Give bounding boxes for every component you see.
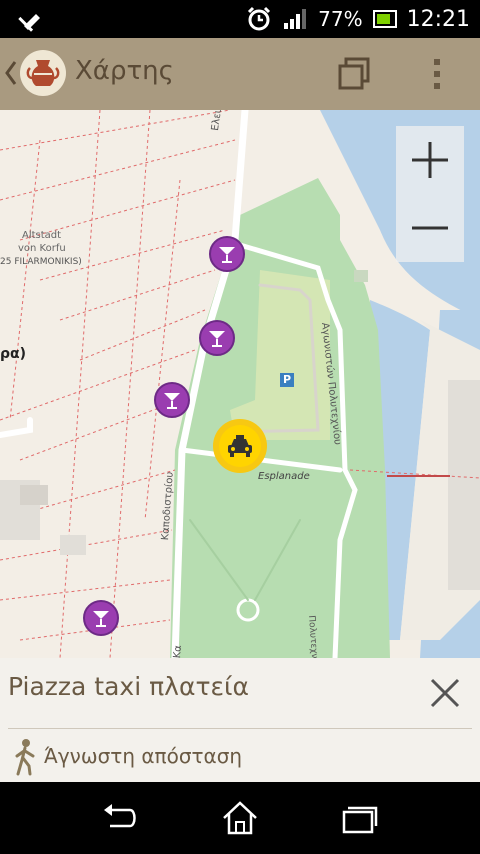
close-icon[interactable] bbox=[429, 677, 461, 709]
building bbox=[354, 270, 368, 282]
page-title: Χάρτης bbox=[75, 56, 174, 86]
parking-icon: P bbox=[280, 373, 294, 387]
map-label: ρα) bbox=[0, 346, 27, 362]
building bbox=[20, 485, 48, 505]
map-label: von Korfu bbox=[18, 243, 66, 254]
signal-icon bbox=[284, 9, 307, 29]
battery-icon bbox=[372, 10, 397, 28]
place-info-panel: Piazza taxi πλατεία Άγνωστη απόσταση bbox=[0, 658, 480, 782]
back-chevron-icon[interactable] bbox=[4, 58, 18, 88]
taxi-icon[interactable] bbox=[213, 419, 267, 473]
overflow-menu-icon[interactable] bbox=[430, 56, 444, 92]
zoom-in-icon[interactable] bbox=[396, 126, 464, 194]
battery-percent: 77% bbox=[318, 7, 363, 31]
zoom-out-icon[interactable] bbox=[396, 194, 464, 262]
fortress-building bbox=[448, 380, 480, 590]
status-time: 12:21 bbox=[406, 6, 470, 32]
building bbox=[60, 535, 86, 555]
app-bar: Χάρτης bbox=[0, 38, 480, 110]
recent-apps-icon[interactable] bbox=[340, 800, 380, 836]
map-label: Κα bbox=[172, 644, 184, 658]
place-name: Piazza taxi πλατεία bbox=[8, 672, 249, 701]
bar-icon[interactable] bbox=[199, 320, 235, 356]
distance-text: Άγνωστη απόσταση bbox=[44, 744, 243, 768]
zoom-controls bbox=[396, 126, 464, 262]
divider bbox=[8, 728, 472, 729]
map-label: 25 FILARMONIKIS) bbox=[0, 257, 82, 267]
notification-icon bbox=[18, 14, 40, 32]
alarm-clock-icon bbox=[248, 6, 271, 31]
walking-person-icon bbox=[15, 739, 35, 776]
bar-icon[interactable] bbox=[83, 600, 119, 636]
home-icon[interactable] bbox=[220, 800, 260, 836]
back-icon[interactable] bbox=[100, 800, 140, 836]
navigation-bar bbox=[0, 782, 480, 854]
layers-icon[interactable] bbox=[336, 56, 372, 92]
status-bar: 77% 12:21 bbox=[0, 0, 480, 38]
map-label: Esplanade bbox=[258, 471, 310, 482]
bar-icon[interactable] bbox=[209, 236, 245, 272]
bar-icon[interactable] bbox=[154, 382, 190, 418]
app-logo-icon[interactable] bbox=[20, 50, 66, 96]
map-label: Altstadt bbox=[22, 230, 62, 241]
